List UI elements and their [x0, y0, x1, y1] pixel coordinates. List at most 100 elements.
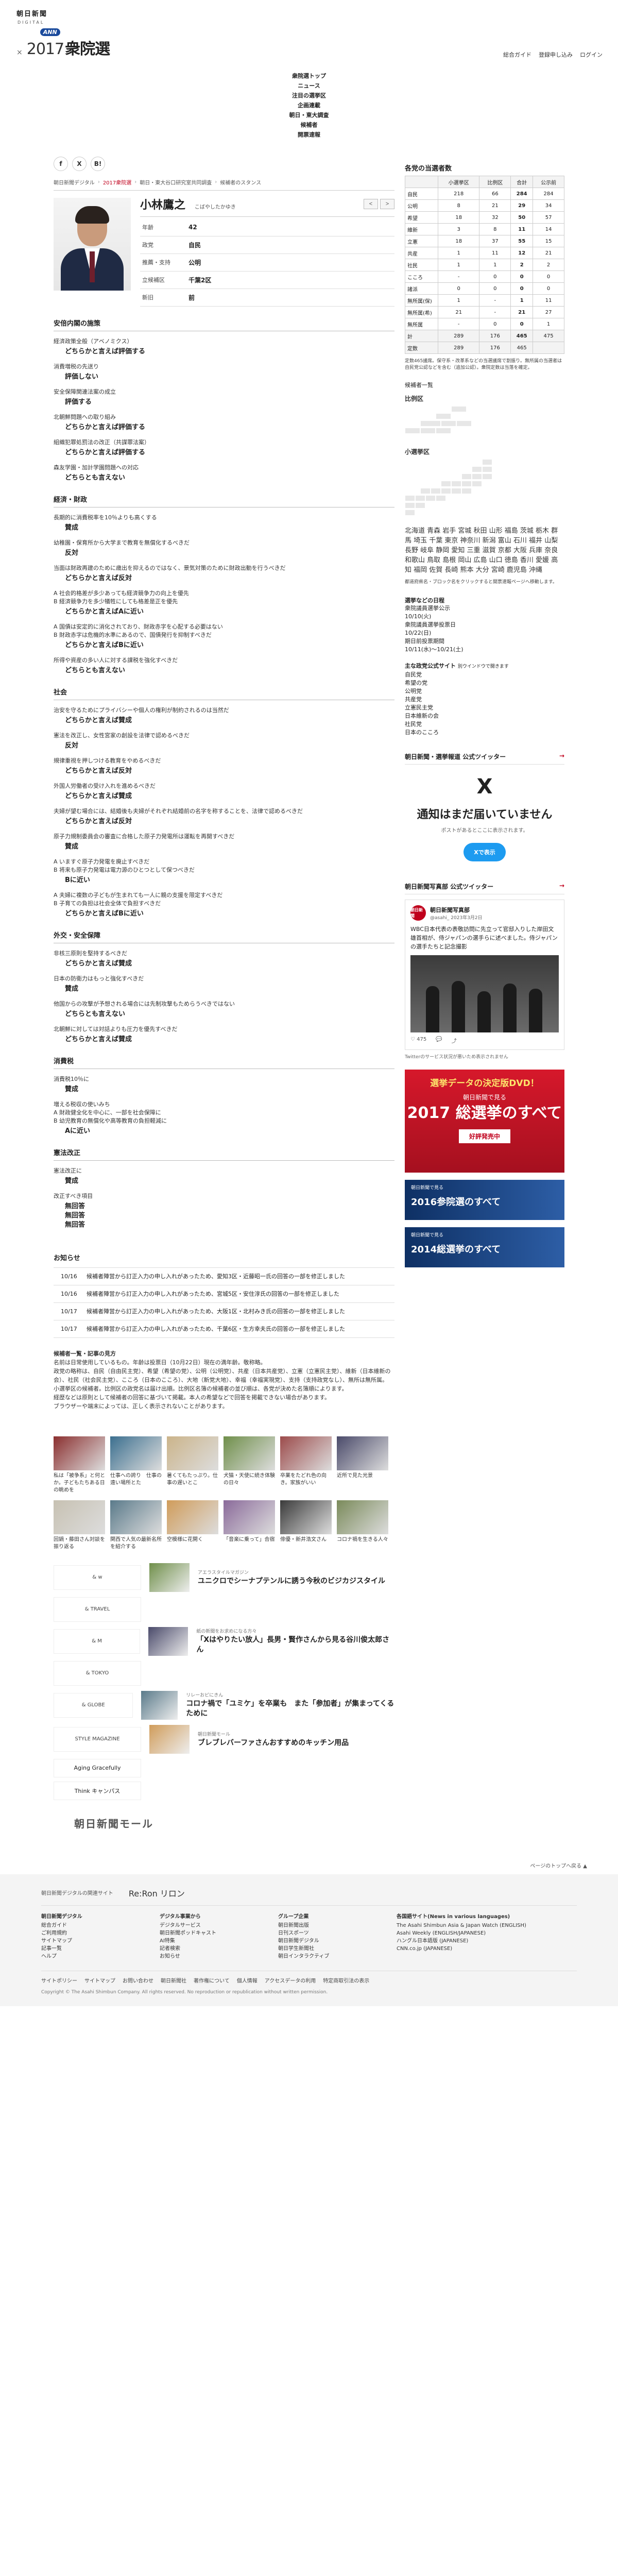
- pref-block[interactable]: [441, 481, 451, 487]
- party-site-link[interactable]: 希望の党: [405, 679, 564, 687]
- nav-news[interactable]: ニュース: [0, 81, 618, 91]
- reron-logo[interactable]: Re:Ron リロン: [129, 1887, 185, 1899]
- block-chugoku[interactable]: [436, 428, 451, 434]
- pref-block[interactable]: [461, 488, 472, 494]
- photo-thumb[interactable]: 関西で人気の最新名所を紹介する: [110, 1500, 162, 1551]
- footer-bottom-link[interactable]: アクセスデータの利用: [265, 1976, 316, 1984]
- block-shikoku[interactable]: [420, 428, 436, 434]
- pref-block[interactable]: [451, 481, 461, 487]
- pref-block[interactable]: [415, 495, 425, 501]
- party-site-link[interactable]: 立憲民主党: [405, 704, 564, 712]
- photo-thumb[interactable]: 回鍋・藤田さん対談を振り返る: [54, 1500, 105, 1551]
- avatar[interactable]: 朝日新聞: [410, 905, 426, 921]
- footer-link[interactable]: デジタルサービス: [160, 1922, 258, 1929]
- twitter-head-photo[interactable]: 朝日新聞写真部 公式ツイッター →: [405, 882, 564, 894]
- promo-item[interactable]: & w アエラスタイルマガジン ユニクロでシーナプテンルに誘う今秋のビジカジスタイル: [54, 1563, 394, 1592]
- promo-image[interactable]: [149, 1563, 190, 1592]
- pref-block[interactable]: [405, 510, 415, 516]
- footer-link[interactable]: 記者検索: [160, 1945, 258, 1953]
- footer-link[interactable]: 記事一覧: [41, 1945, 139, 1953]
- photo-thumb[interactable]: コロナ禍を生きる人々: [337, 1500, 388, 1551]
- photo-thumb[interactable]: 犬猫・天使に続き体験の日々: [224, 1436, 275, 1494]
- tweet-card[interactable]: 朝日新聞 朝日新聞写真部 @asahi_ 2023年3月2日 WBC日本代表の表…: [405, 900, 564, 1050]
- party-site-link[interactable]: 公明党: [405, 687, 564, 696]
- next-candidate-button[interactable]: >: [380, 199, 394, 209]
- thumb-image[interactable]: [224, 1500, 275, 1534]
- nav-districts[interactable]: 注目の選挙区: [0, 91, 618, 100]
- block-kyushu[interactable]: [405, 428, 420, 434]
- hatena-share-icon[interactable]: B!: [91, 157, 105, 171]
- pref-block[interactable]: [431, 488, 441, 494]
- promo-item[interactable]: STYLE MAGAZINE 朝日新聞モール ブレブレバーファさんおすすめのキッチン…: [54, 1724, 394, 1754]
- twitter-head-election[interactable]: 朝日新聞・選挙報道 公式ツイッター →: [405, 752, 564, 765]
- signup-link[interactable]: 登録申し込み: [539, 50, 573, 59]
- photo-thumb[interactable]: 「音楽に乗って」合宿: [224, 1500, 275, 1551]
- promo-logo[interactable]: & TOKYO: [54, 1660, 141, 1686]
- x-share-icon[interactable]: X: [72, 157, 87, 171]
- footer-bottom-link[interactable]: 特定商取引法の表示: [323, 1976, 369, 1984]
- thumb-caption[interactable]: 犬猫・天使に続き体験の日々: [224, 1472, 275, 1487]
- promo-title[interactable]: 「Xはやりたい放人」長男・賢作さんから見る谷川俊太郎さん: [196, 1635, 394, 1655]
- thumb-image[interactable]: [280, 1500, 332, 1534]
- photo-thumb[interactable]: 近所で見た光景: [337, 1436, 388, 1494]
- prefecture-list[interactable]: 北海道 青森 岩手 宮城 秋田 山形 福島 茨城 栃木 群馬 埼玉 千葉 東京 …: [405, 526, 564, 575]
- thumb-image[interactable]: [337, 1500, 388, 1534]
- pref-block[interactable]: [472, 481, 482, 487]
- thumb-image[interactable]: [280, 1436, 332, 1470]
- pref-block[interactable]: [472, 473, 482, 480]
- thumb-image[interactable]: [337, 1436, 388, 1470]
- promo-logo[interactable]: & M: [54, 1629, 141, 1654]
- promo-logo[interactable]: & w: [54, 1565, 141, 1590]
- thumb-image[interactable]: [54, 1500, 105, 1534]
- promo-title[interactable]: コロナ禍で「ユミケ」を卒業も また「参加者」が集まってくるために: [186, 1699, 394, 1719]
- party-site-link[interactable]: 社民党: [405, 720, 564, 728]
- pref-block[interactable]: [425, 495, 436, 501]
- pref-block[interactable]: [405, 502, 415, 509]
- pref-block[interactable]: [461, 473, 472, 480]
- thumb-image[interactable]: [224, 1436, 275, 1470]
- block-tokyo[interactable]: [456, 420, 472, 427]
- footer-bottom-link[interactable]: お問い合わせ: [123, 1976, 153, 1984]
- footer-link[interactable]: 朝日新聞デジタル: [278, 1937, 376, 1945]
- prev-candidate-button[interactable]: <: [364, 199, 378, 209]
- party-site-link[interactable]: 共産党: [405, 696, 564, 704]
- block-tokai[interactable]: [441, 420, 456, 427]
- breadcrumb-survey[interactable]: 朝日・東大谷口研究室共同調査: [140, 178, 212, 186]
- promo-title[interactable]: ブレブレバーファさんおすすめのキッチン用品: [198, 1738, 349, 1748]
- thumb-caption[interactable]: 卒業をたどれ色の向き。家族がいい: [280, 1472, 332, 1487]
- pref-block[interactable]: [461, 481, 472, 487]
- promo-title[interactable]: ユニクロでシーナプテンルに誘う今秋のビジカジスタイル: [198, 1577, 385, 1586]
- thumb-image[interactable]: [54, 1436, 105, 1470]
- block-tohoku[interactable]: [436, 413, 451, 419]
- thumb-caption[interactable]: 空模様に花開く: [167, 1536, 218, 1544]
- footer-bottom-link[interactable]: 朝日新聞社: [161, 1976, 186, 1984]
- pref-block[interactable]: [482, 466, 492, 472]
- thumb-caption[interactable]: 暑くてもたっぷり。仕事の遅いとこ: [167, 1472, 218, 1487]
- promo-item[interactable]: & M 紙の新聞をお求めになる方々 「Xはやりたい放人」長男・賢作さんから見る谷川俊…: [54, 1626, 394, 1656]
- promo-logo[interactable]: & TRAVEL: [54, 1597, 141, 1622]
- footer-link[interactable]: 総合ガイド: [41, 1922, 139, 1929]
- pref-block[interactable]: [436, 495, 446, 501]
- footer-bottom-link[interactable]: 著作権について: [194, 1976, 230, 1984]
- footer-bottom-link[interactable]: 個人情報: [237, 1976, 258, 1984]
- promo-item[interactable]: & TRAVEL: [54, 1597, 394, 1622]
- thumb-caption[interactable]: 近所で見た光景: [337, 1472, 388, 1480]
- pref-block[interactable]: [482, 473, 492, 480]
- election-title[interactable]: 2017衆院選: [27, 36, 110, 59]
- general-election-2014-banner[interactable]: 朝日新聞で見る 2014総選挙のすべて: [405, 1227, 564, 1267]
- facebook-share-icon[interactable]: f: [54, 157, 68, 171]
- pref-block[interactable]: [415, 502, 425, 509]
- tweet-photo[interactable]: [410, 955, 559, 1032]
- footer-link[interactable]: AI特集: [160, 1937, 258, 1945]
- thumb-image[interactable]: [110, 1500, 162, 1534]
- thumb-caption[interactable]: 回鍋・藤田さん対談を振り返る: [54, 1536, 105, 1551]
- thumb-image[interactable]: [167, 1436, 218, 1470]
- nav-survey[interactable]: 朝日・東大調査: [0, 110, 618, 120]
- thumb-image[interactable]: [110, 1436, 162, 1470]
- promo-logo[interactable]: STYLE MAGAZINE: [54, 1726, 141, 1752]
- footer-link[interactable]: The Asahi Shimbun Asia & Japan Watch (EN…: [397, 1922, 551, 1929]
- footer-link[interactable]: サイトマップ: [41, 1937, 139, 1945]
- footer-link[interactable]: 朝日インタラクティブ: [278, 1953, 376, 1960]
- photo-thumb[interactable]: 空模様に花開く: [167, 1500, 218, 1551]
- promo-item[interactable]: & TOKYO: [54, 1660, 394, 1686]
